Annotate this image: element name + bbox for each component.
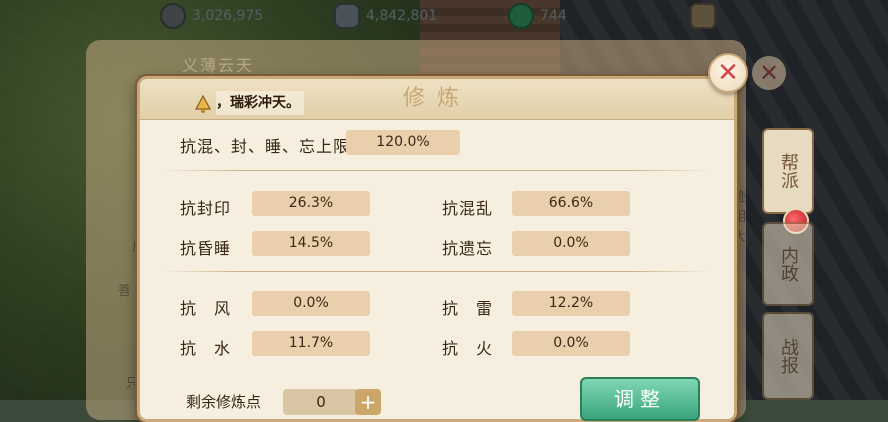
resist-fire-value: 0.0% [512, 331, 630, 356]
resist-thunder-value: 12.2% [512, 291, 630, 316]
remaining-points-value: 0 [283, 389, 359, 415]
bell-icon [194, 94, 212, 114]
resist-seal-label: 抗封印 [180, 199, 232, 218]
background-text: 菩 [118, 284, 132, 299]
close-icon: ✕ [758, 59, 780, 87]
resist-chaos-value: 66.6% [512, 191, 630, 216]
resist-fire-label: 抗 火 [442, 339, 494, 358]
resist-sleep-value: 14.5% [252, 231, 370, 256]
tab-help[interactable]: 帮派 [762, 128, 814, 214]
close-button[interactable]: ✕ [708, 53, 748, 93]
divider [160, 271, 712, 272]
remaining-points-label: 剩余修炼点 [186, 393, 262, 411]
resist-forget-value: 0.0% [512, 231, 630, 256]
tab-inner-affairs[interactable]: 内政 [762, 222, 814, 306]
tab-help-label: 帮派 [778, 153, 799, 189]
add-points-button[interactable]: + [355, 389, 381, 415]
tab-inner-affairs-label: 内政 [778, 246, 799, 282]
resist-water-value: 11.7% [252, 331, 370, 356]
background-panel-title: 义薄云天 [182, 56, 255, 75]
tab-battle-report-label: 战报 [778, 338, 799, 374]
adjust-button[interactable]: 调整 [580, 377, 700, 421]
resist-chaos-label: 抗混乱 [442, 199, 494, 218]
resist-cap-value: 120.0% [346, 130, 460, 155]
resist-water-label: 抗 水 [180, 339, 232, 358]
divider [160, 170, 712, 171]
resist-thunder-label: 抗 雷 [442, 299, 494, 318]
resist-seal-value: 26.3% [252, 191, 370, 216]
marquee-notice: ，瑞彩冲天。 [216, 91, 304, 115]
cultivation-dialog: 修炼 ，瑞彩冲天。 抗混、封、睡、忘上限 120.0% 抗封印 26.3% 抗混… [137, 76, 737, 422]
resist-cap-label: 抗混、封、睡、忘上限 [180, 137, 351, 156]
tab-battle-report[interactable]: 战报 [762, 312, 814, 400]
resist-forget-label: 抗遗忘 [442, 239, 494, 258]
resist-wind-value: 0.0% [252, 291, 370, 316]
close-icon: ✕ [717, 58, 739, 88]
resist-sleep-label: 抗昏睡 [180, 239, 232, 258]
resist-wind-label: 抗 风 [180, 299, 232, 318]
background-close-button[interactable]: ✕ [752, 56, 786, 90]
